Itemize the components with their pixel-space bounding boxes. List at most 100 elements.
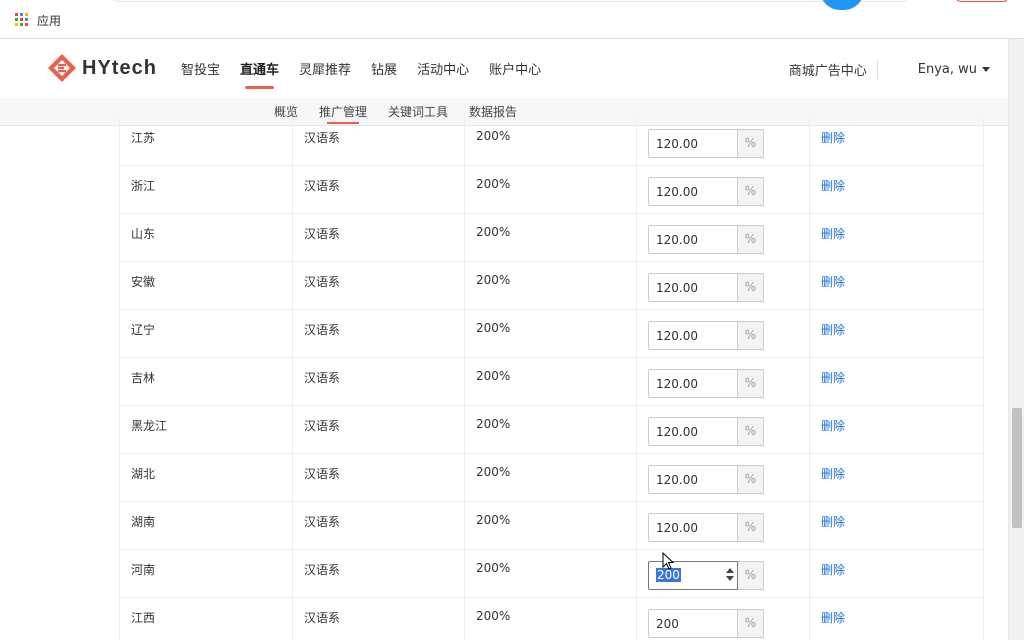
scrollbar-thumb[interactable] — [1012, 408, 1022, 528]
language-group: 汉语系 — [304, 179, 341, 193]
ratio-input-group: % — [648, 177, 764, 206]
region-name: 湖南 — [131, 515, 156, 529]
max-cell: 200% — [465, 502, 637, 550]
group-cell: 汉语系 — [293, 550, 465, 598]
ad-center-link[interactable]: 商城广告中心 — [789, 60, 878, 79]
nav-item-0[interactable]: 智投宝 — [181, 59, 220, 78]
max-ratio: 200% — [476, 465, 511, 479]
user-name: Enya, wu — [917, 62, 977, 77]
region-name: 吉林 — [131, 371, 156, 385]
max-cell: 200% — [465, 166, 637, 214]
region-name: 浙江 — [131, 179, 156, 193]
region-cell: 安徽 — [120, 262, 293, 310]
percent-addon: % — [738, 321, 764, 350]
region-cell: 湖北 — [120, 454, 293, 502]
action-cell: 删除 — [810, 502, 983, 550]
ratio-input[interactable] — [648, 225, 738, 254]
ratio-input[interactable] — [648, 417, 738, 446]
max-cell: 200% — [465, 406, 637, 454]
max-cell: 200% — [465, 262, 637, 310]
delete-link[interactable]: 删除 — [821, 465, 845, 482]
selected-text: 200 — [656, 568, 681, 582]
ratio-input-wrap — [648, 465, 738, 494]
ratio-input-group: % — [648, 513, 764, 542]
action-cell: 删除 — [810, 166, 983, 214]
bookmarks-bar: 应用 — [0, 0, 1024, 39]
delete-link[interactable]: 删除 — [821, 417, 845, 434]
percent-addon: % — [738, 129, 764, 158]
ratio-cell: % — [637, 310, 810, 358]
nav-item-1[interactable]: 直通车 — [240, 59, 279, 89]
delete-link[interactable]: 删除 — [821, 321, 845, 338]
user-menu[interactable]: Enya, wu — [918, 62, 990, 77]
delete-link[interactable]: 删除 — [821, 561, 845, 578]
delete-link[interactable]: 删除 — [821, 609, 845, 626]
language-group: 汉语系 — [304, 227, 341, 241]
ratio-cell: % — [637, 598, 810, 640]
ratio-cell: % — [637, 502, 810, 550]
brand-logo[interactable]: HYtech — [47, 53, 157, 83]
ratio-input[interactable] — [648, 129, 738, 158]
action-cell: 删除 — [810, 550, 983, 598]
ratio-input-wrap — [648, 177, 738, 206]
nav-item-5[interactable]: 账户中心 — [489, 59, 541, 78]
max-ratio: 200% — [476, 417, 511, 431]
ratio-input-wrap — [648, 609, 738, 638]
region-cell: 黑龙江 — [120, 406, 293, 454]
ratio-input-group: % — [648, 417, 764, 446]
profile-button-edge[interactable] — [820, 0, 864, 10]
region-cell: 浙江 — [120, 166, 293, 214]
delete-link[interactable]: 删除 — [821, 513, 845, 530]
action-cell: 删除 — [810, 406, 983, 454]
group-cell: 汉语系 — [293, 262, 465, 310]
language-group: 汉语系 — [304, 371, 341, 385]
language-group: 汉语系 — [304, 467, 341, 481]
language-group: 汉语系 — [304, 515, 341, 529]
ratio-input[interactable] — [648, 369, 738, 398]
max-cell: 200% — [465, 118, 637, 166]
group-cell: 汉语系 — [293, 214, 465, 262]
language-group: 汉语系 — [304, 419, 341, 433]
action-cell: 删除 — [810, 358, 983, 406]
max-ratio: 200% — [476, 609, 511, 623]
delete-link[interactable]: 删除 — [821, 369, 845, 386]
ratio-input-wrap — [648, 321, 738, 350]
delete-link[interactable]: 删除 — [821, 177, 845, 194]
table-row: 吉林 汉语系 200%% 删除 — [120, 358, 983, 406]
region-cell: 河南 — [120, 550, 293, 598]
region-name: 黑龙江 — [131, 419, 168, 433]
browser-action-edge[interactable] — [955, 0, 1009, 2]
ratio-cell: % — [637, 214, 810, 262]
ratio-input-wrap — [648, 273, 738, 302]
percent-addon: % — [738, 417, 764, 446]
ratio-input[interactable] — [648, 513, 738, 542]
delete-link[interactable]: 删除 — [821, 273, 845, 290]
page-scrollbar[interactable] — [1008, 39, 1024, 640]
language-group: 汉语系 — [304, 611, 341, 625]
ratio-input-group: % — [648, 465, 764, 494]
max-ratio: 200% — [476, 225, 511, 239]
ratio-input-wrap — [648, 369, 738, 398]
nav-item-2[interactable]: 灵犀推荐 — [299, 59, 351, 78]
region-name: 辽宁 — [131, 323, 156, 337]
number-spinner-icon[interactable] — [726, 568, 734, 582]
delete-link[interactable]: 删除 — [821, 129, 845, 146]
table-row: 湖北 汉语系 200%% 删除 — [120, 454, 983, 502]
ratio-input[interactable] — [648, 465, 738, 494]
table-row: 河南 汉语系 200% 200% 删除 — [120, 550, 983, 598]
ratio-input[interactable] — [648, 177, 738, 206]
app-header: HYtech 智投宝 直通车 灵犀推荐 钻展 活动中心 账户中心 商城广告中心 Enya,… — [0, 39, 1008, 98]
percent-addon: % — [738, 465, 764, 494]
ratio-input[interactable] — [648, 273, 738, 302]
ratio-input[interactable] — [648, 609, 738, 638]
nav-item-4[interactable]: 活动中心 — [417, 59, 469, 78]
nav-item-3[interactable]: 钻展 — [371, 59, 397, 78]
address-bar-edge — [110, 0, 910, 2]
ratio-input[interactable] — [648, 321, 738, 350]
apps-label[interactable]: 应用 — [37, 12, 61, 29]
region-cell: 吉林 — [120, 358, 293, 406]
table-row: 浙江 汉语系 200%% 删除 — [120, 166, 983, 214]
apps-grid-icon[interactable] — [15, 13, 28, 26]
delete-link[interactable]: 删除 — [821, 225, 845, 242]
action-cell: 删除 — [810, 262, 983, 310]
